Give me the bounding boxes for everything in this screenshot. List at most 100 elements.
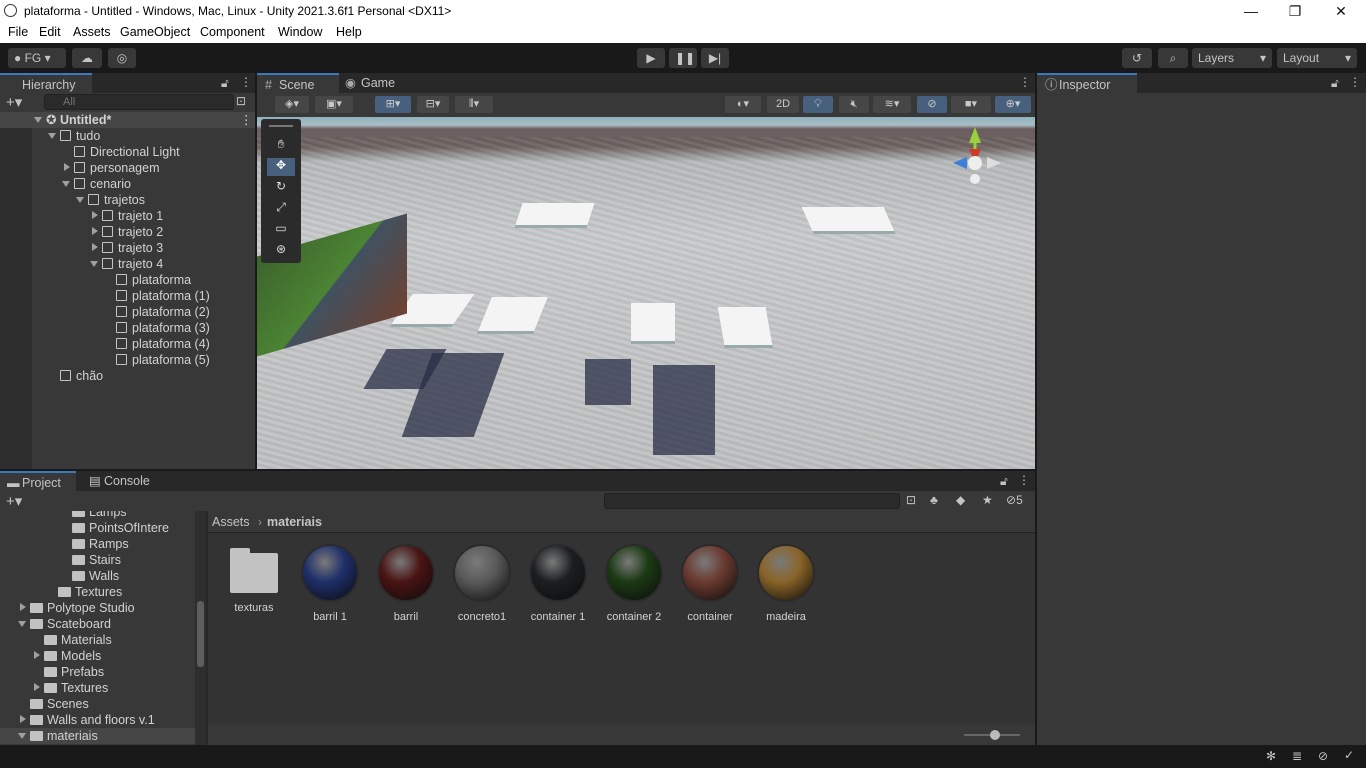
- progress-check-icon[interactable]: ✓: [1344, 748, 1354, 762]
- project-lock-icon[interactable]: 🔓︎: [1000, 474, 1008, 489]
- menu-assets[interactable]: Assets: [73, 25, 111, 39]
- step-button[interactable]: ▶|: [701, 48, 729, 68]
- asset-item[interactable]: barril 1: [298, 544, 362, 623]
- folder-item[interactable]: Textures: [0, 584, 195, 600]
- transform-tool-icon[interactable]: ⊛: [267, 242, 295, 260]
- folder-item[interactable]: materiais: [0, 728, 195, 744]
- breadcrumb-materiais[interactable]: materiais: [267, 515, 322, 529]
- folder-item[interactable]: Materials: [0, 632, 195, 648]
- collapse-arrow[interactable]: [64, 163, 70, 171]
- asset-item[interactable]: container: [678, 544, 742, 623]
- hierarchy-item[interactable]: trajeto 4: [90, 256, 163, 272]
- scene-more-icon[interactable]: ⋮: [1019, 75, 1031, 89]
- search-icon[interactable]: ⌕: [1158, 48, 1188, 68]
- project-add-icon[interactable]: +▾: [6, 492, 22, 510]
- folder-item[interactable]: Ramps: [0, 536, 195, 552]
- collapse-arrow[interactable]: [20, 715, 26, 723]
- search-options-icon[interactable]: ⊡: [236, 94, 246, 108]
- add-icon[interactable]: +▾: [6, 93, 22, 111]
- more-icon[interactable]: ⋮: [240, 75, 252, 89]
- hierarchy-item[interactable]: trajeto 1: [90, 208, 163, 224]
- menu-edit[interactable]: Edit: [39, 25, 61, 39]
- hierarchy-item[interactable]: plataforma: [104, 272, 191, 288]
- folder-item[interactable]: Lamps: [0, 511, 195, 520]
- auto-gen-lighting-icon[interactable]: ⊘: [1318, 749, 1328, 763]
- collapse-arrow[interactable]: [92, 211, 98, 219]
- visibility-toggle-icon[interactable]: ⊘: [917, 96, 947, 113]
- gizmos-dropdown[interactable]: ⊕▾: [995, 96, 1031, 113]
- asset-item[interactable]: barril: [374, 544, 438, 623]
- scene-row[interactable]: ✪ Untitled* ⋮: [0, 112, 255, 128]
- inspector-lock-icon[interactable]: 🔓︎: [1331, 76, 1339, 91]
- folder-item[interactable]: Scenes: [0, 696, 195, 712]
- breadcrumb-assets[interactable]: Assets: [212, 515, 250, 529]
- hierarchy-item[interactable]: cenario: [62, 176, 131, 192]
- palette-handle[interactable]: [269, 125, 293, 127]
- hidden-packages-icon[interactable]: ⊘5: [1006, 493, 1023, 507]
- expand-arrow[interactable]: [90, 261, 98, 267]
- cloud-icon[interactable]: ☁: [72, 48, 102, 68]
- account-dropdown[interactable]: ● FG ▾: [8, 48, 66, 68]
- effects-dropdown[interactable]: ≋▾: [873, 96, 911, 113]
- hand-tool-icon[interactable]: ✋︎: [267, 137, 295, 155]
- label-icon[interactable]: ◆: [956, 493, 965, 507]
- favorite-icon[interactable]: ★: [982, 493, 993, 507]
- shading-dropdown[interactable]: ▣▾: [315, 96, 353, 113]
- lighting-toggle-icon[interactable]: 💡︎: [803, 96, 833, 113]
- asset-item[interactable]: concreto1: [450, 544, 514, 623]
- hierarchy-item[interactable]: plataforma (3): [104, 320, 210, 336]
- project-more-icon[interactable]: ⋮: [1018, 473, 1030, 487]
- expand-arrow[interactable]: [76, 197, 84, 203]
- menu-component[interactable]: Component: [200, 25, 265, 39]
- maximize-button[interactable]: ❐: [1272, 0, 1318, 22]
- tab-project[interactable]: ▬ Project: [0, 471, 76, 491]
- scene-viewport[interactable]: ✋︎ ✥ ↻ ⤢ ▭ ⊛: [257, 117, 1035, 469]
- hierarchy-item[interactable]: tudo: [48, 128, 100, 144]
- folder-item[interactable]: Stairs: [0, 552, 195, 568]
- project-search-input[interactable]: [604, 493, 900, 509]
- toggle-2d-button[interactable]: 2D: [767, 96, 799, 113]
- folder-item[interactable]: Textures: [0, 680, 195, 696]
- debug-icon[interactable]: ✻: [1266, 749, 1276, 763]
- ruler-dropdown[interactable]: ⦀▾: [455, 96, 493, 113]
- expand-arrow[interactable]: [18, 621, 26, 627]
- tab-hierarchy[interactable]: Hierarchy: [0, 73, 92, 93]
- folder-item[interactable]: Polytope Studio: [0, 600, 195, 616]
- minimize-button[interactable]: —: [1228, 0, 1274, 22]
- increment-snap-dropdown[interactable]: ⊟▾: [417, 96, 449, 113]
- play-button[interactable]: ▶: [637, 48, 665, 68]
- zoom-slider-thumb[interactable]: [990, 730, 1000, 740]
- folder-item[interactable]: PointsOfInterе: [0, 520, 195, 536]
- hierarchy-item[interactable]: plataforma (2): [104, 304, 210, 320]
- scale-tool-icon[interactable]: ⤢: [267, 200, 295, 218]
- scene-menu-icon[interactable]: ⋮: [240, 112, 253, 128]
- collapse-arrow[interactable]: [20, 603, 26, 611]
- hierarchy-item[interactable]: trajeto 2: [90, 224, 163, 240]
- rect-tool-icon[interactable]: ▭: [267, 221, 295, 239]
- filter-type-icon[interactable]: ♣: [930, 493, 938, 507]
- hierarchy-item[interactable]: plataforma (1): [104, 288, 210, 304]
- collapse-arrow[interactable]: [92, 243, 98, 251]
- inspector-more-icon[interactable]: ⋮: [1349, 75, 1361, 89]
- close-button[interactable]: ✕: [1318, 0, 1364, 22]
- menu-file[interactable]: File: [8, 25, 28, 39]
- layout-dropdown[interactable]: Layout ▾: [1277, 48, 1357, 68]
- search-scope-icon[interactable]: ⊡: [906, 493, 916, 507]
- asset-item[interactable]: madeira: [754, 544, 818, 623]
- audio-toggle-icon[interactable]: 🔇︎: [839, 96, 869, 113]
- expand-arrow[interactable]: [62, 181, 70, 187]
- hierarchy-search-input[interactable]: [44, 94, 234, 110]
- hierarchy-item[interactable]: plataforma (5): [104, 352, 210, 368]
- hierarchy-item[interactable]: trajetos: [76, 192, 145, 208]
- menu-gameobject[interactable]: GameObject: [120, 25, 190, 39]
- hierarchy-item[interactable]: chão: [48, 368, 103, 384]
- history-icon[interactable]: ↺: [1122, 48, 1152, 68]
- expand-arrow[interactable]: [48, 133, 56, 139]
- hierarchy-item[interactable]: personagem: [62, 160, 160, 176]
- folder-item[interactable]: Models: [0, 648, 195, 664]
- folder-item[interactable]: Walls and floors v.1: [0, 712, 195, 728]
- move-tool-icon[interactable]: ✥: [267, 158, 295, 176]
- draw-mode-dropdown[interactable]: ◈▾: [275, 96, 309, 113]
- render-mode-dropdown[interactable]: ◐▾: [725, 96, 761, 113]
- hierarchy-item[interactable]: plataforma (4): [104, 336, 210, 352]
